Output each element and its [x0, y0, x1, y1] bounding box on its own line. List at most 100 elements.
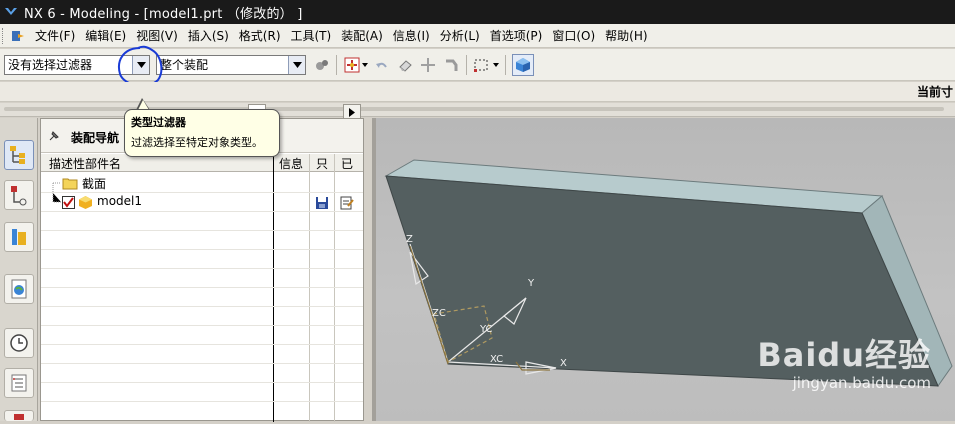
axis-x-label: X: [560, 358, 567, 369]
quick-pick-button[interactable]: [419, 56, 437, 74]
rectangle-select-menu-arrow[interactable]: [492, 56, 500, 74]
tree-connector: [52, 182, 61, 193]
cube-icon: [516, 58, 530, 72]
toolbar-separator: [336, 55, 337, 75]
dashed-rectangle-icon: [474, 59, 488, 72]
list-item: [41, 326, 363, 345]
web-browser-tab[interactable]: [4, 274, 34, 304]
snap-point-button[interactable]: [343, 56, 361, 74]
assembly-tree-icon: [10, 146, 25, 164]
start-menu-icon[interactable]: [10, 28, 26, 44]
folder-icon: [62, 178, 78, 190]
tree-row-label: 截面: [82, 177, 107, 191]
watermark-brand: Baidu经验: [757, 336, 931, 374]
save-disk-icon: [316, 197, 328, 209]
menu-format[interactable]: 格式(R): [234, 25, 286, 47]
snap-point-icon: [344, 57, 360, 73]
deselect-button[interactable]: [396, 56, 414, 74]
menu-tools[interactable]: 工具(T): [286, 25, 337, 47]
rectangle-select-button[interactable]: [472, 56, 490, 74]
type-filter-tooltip: 类型过滤器 过滤选择至特定对象类型。: [124, 109, 280, 157]
snap-point-menu-arrow[interactable]: [361, 56, 369, 74]
undo-selection-button[interactable]: [373, 56, 391, 74]
menu-file[interactable]: 文件(F): [30, 25, 80, 47]
globe-page-icon: [11, 279, 27, 299]
modified-note-icon: [340, 196, 354, 210]
roles-tab[interactable]: [4, 410, 34, 421]
axis-zc-label: ZC: [432, 308, 446, 319]
assembly-navigator-panel: 装配导航 描述性部件名 信息 只 已 截面 model1: [40, 118, 364, 422]
menu-analysis[interactable]: 分析(L): [435, 25, 485, 47]
axis-y-label: Y: [527, 278, 535, 289]
chain-icon: [446, 59, 458, 71]
list-item: [41, 250, 363, 269]
chevron-down-icon: [493, 63, 499, 67]
navigator-title: 装配导航: [71, 131, 120, 145]
menu-assembly[interactable]: 装配(A): [336, 25, 388, 47]
constraint-tree-icon: [11, 186, 27, 206]
nx-logo-icon: [5, 8, 17, 15]
list-item: [41, 212, 363, 231]
move-cursor-icon: [421, 58, 435, 72]
curved-arrow-icon: [376, 62, 387, 68]
selection-scope-value: 整个装配: [160, 58, 209, 72]
menu-insert[interactable]: 插入(S): [183, 25, 234, 47]
menu-info[interactable]: 信息(I): [388, 25, 435, 47]
current-label: 当前寸: [916, 85, 953, 99]
list-item: [41, 307, 363, 326]
toolbar-separator: [505, 55, 506, 75]
eraser-icon: [399, 60, 412, 72]
list-icon: [11, 374, 27, 392]
selection-scope-dropdown[interactable]: 整个装配: [156, 55, 306, 75]
tree-row-sections[interactable]: 截面: [41, 174, 363, 193]
menu-preferences[interactable]: 首选项(P): [485, 25, 548, 47]
column-info-header[interactable]: 信息: [279, 155, 303, 172]
column-readonly-header[interactable]: 只: [316, 155, 328, 172]
menu-help[interactable]: 帮助(H): [600, 25, 652, 47]
menubar-grip[interactable]: [2, 27, 6, 44]
type-filter-value: 没有选择过滤器: [8, 58, 93, 72]
menu-window[interactable]: 窗口(O): [547, 25, 600, 47]
chevron-down-icon: [292, 62, 302, 68]
assembly-navigator-tab[interactable]: [4, 140, 34, 170]
checkbox-checked-icon[interactable]: [62, 196, 75, 209]
tooltip-body: 过滤选择至特定对象类型。: [131, 136, 263, 149]
axis-xc-label: XC: [490, 354, 503, 365]
roles-icon: [14, 414, 24, 420]
axis-yc-label: YC: [479, 324, 493, 335]
history-tab[interactable]: [4, 328, 34, 358]
resource-bar: [0, 118, 38, 421]
list-item: [41, 269, 363, 288]
selection-scope-arrow-button[interactable]: [288, 56, 305, 74]
column-modified-header[interactable]: 已: [341, 155, 353, 172]
tree-row-model1[interactable]: model1: [41, 193, 363, 212]
axis-z-label: Z: [406, 234, 413, 245]
tree-row-label: model1: [97, 194, 142, 208]
tree-connector: [52, 193, 61, 203]
list-item: [41, 231, 363, 250]
clock-icon: [10, 334, 28, 352]
gear-cluster-icon: [316, 60, 328, 70]
library-icon: [12, 229, 26, 245]
list-item: [41, 364, 363, 383]
list-item: [41, 345, 363, 364]
title-bar: NX 6 - Modeling - [model1.prt （修改的） ]: [0, 0, 955, 24]
column-name-header[interactable]: 描述性部件名: [49, 155, 121, 172]
list-item: [41, 383, 363, 402]
tooltip-title: 类型过滤器: [131, 116, 186, 129]
part-navigator-tab[interactable]: [4, 180, 34, 210]
reuse-library-tab[interactable]: [4, 222, 34, 252]
chevron-right-icon: [349, 107, 355, 117]
system-materials-tab[interactable]: [4, 368, 34, 398]
select-chain-button[interactable]: [442, 56, 460, 74]
list-item: [41, 288, 363, 307]
watermark-url: jingyan.baidu.com: [792, 374, 931, 392]
assembly-filter-button[interactable]: [313, 56, 331, 74]
chevron-down-icon: [362, 63, 368, 67]
toolbar-separator: [466, 55, 467, 75]
pin-icon[interactable]: [47, 129, 61, 143]
window-title: NX 6 - Modeling - [model1.prt （修改的） ]: [24, 6, 303, 22]
part-icon: [79, 196, 92, 209]
baidu-watermark: Baidu经验 jingyan.baidu.com: [757, 330, 931, 392]
select-all-bodies-button[interactable]: [512, 54, 534, 76]
